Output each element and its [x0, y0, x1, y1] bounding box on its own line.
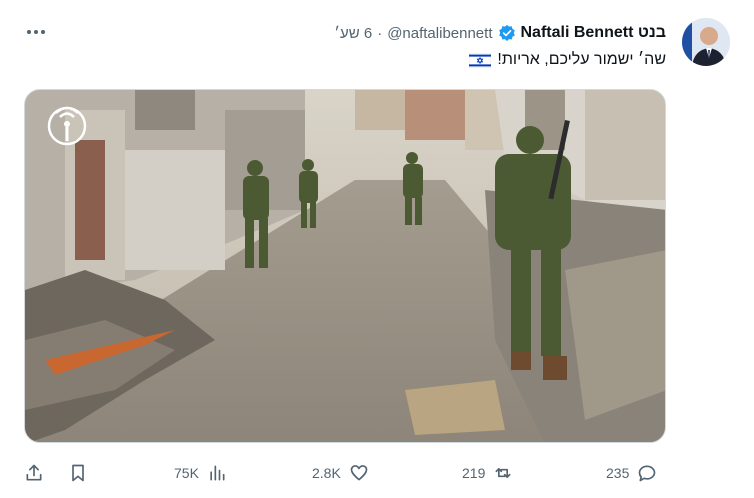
tweet-media[interactable] — [24, 89, 666, 443]
verified-badge-icon — [498, 24, 515, 42]
retweets-count: 219 — [462, 465, 486, 481]
author-handle[interactable]: @naftalibennett — [387, 25, 492, 42]
media-photo — [25, 90, 665, 442]
tweet-text: שה׳ ישמור עליכם, אריות! — [497, 51, 666, 68]
views-count: 75K — [174, 465, 199, 481]
israel-flag-icon — [469, 52, 492, 68]
more-horizontal-icon — [27, 30, 45, 34]
retweet-icon — [495, 468, 511, 478]
avatar[interactable] — [682, 18, 730, 66]
author-name[interactable]: Naftali Bennett בנט — [521, 24, 667, 42]
like-icon — [350, 465, 368, 481]
replies-count: 235 — [606, 465, 630, 481]
reply-button[interactable]: 235 — [606, 458, 657, 488]
avatar-image — [682, 18, 730, 66]
bookmark-button[interactable] — [68, 458, 88, 488]
bookmark-icon — [72, 464, 84, 482]
tweet-header: 6 שע׳ · @naftalibennett Naftali Bennett … — [334, 22, 666, 44]
likes-count: 2.8K — [312, 465, 341, 481]
retweet-button[interactable]: 219 — [462, 458, 513, 488]
more-menu-button[interactable] — [24, 22, 48, 42]
reply-icon — [639, 465, 656, 482]
tweet-text-row: שה׳ ישמור עליכם, אריות! — [469, 48, 666, 72]
tweet: 6 שע׳ · @naftalibennett Naftali Bennett … — [0, 0, 754, 498]
action-bar: 75K 2.8K 219 235 — [0, 458, 754, 488]
share-button[interactable] — [24, 458, 44, 488]
separator-dot: · — [377, 24, 383, 42]
tweet-time[interactable]: 6 שע׳ — [334, 25, 372, 42]
views-button[interactable]: 75K — [174, 458, 227, 488]
like-button[interactable]: 2.8K — [312, 458, 369, 488]
views-icon — [210, 465, 225, 481]
share-icon — [26, 464, 42, 481]
